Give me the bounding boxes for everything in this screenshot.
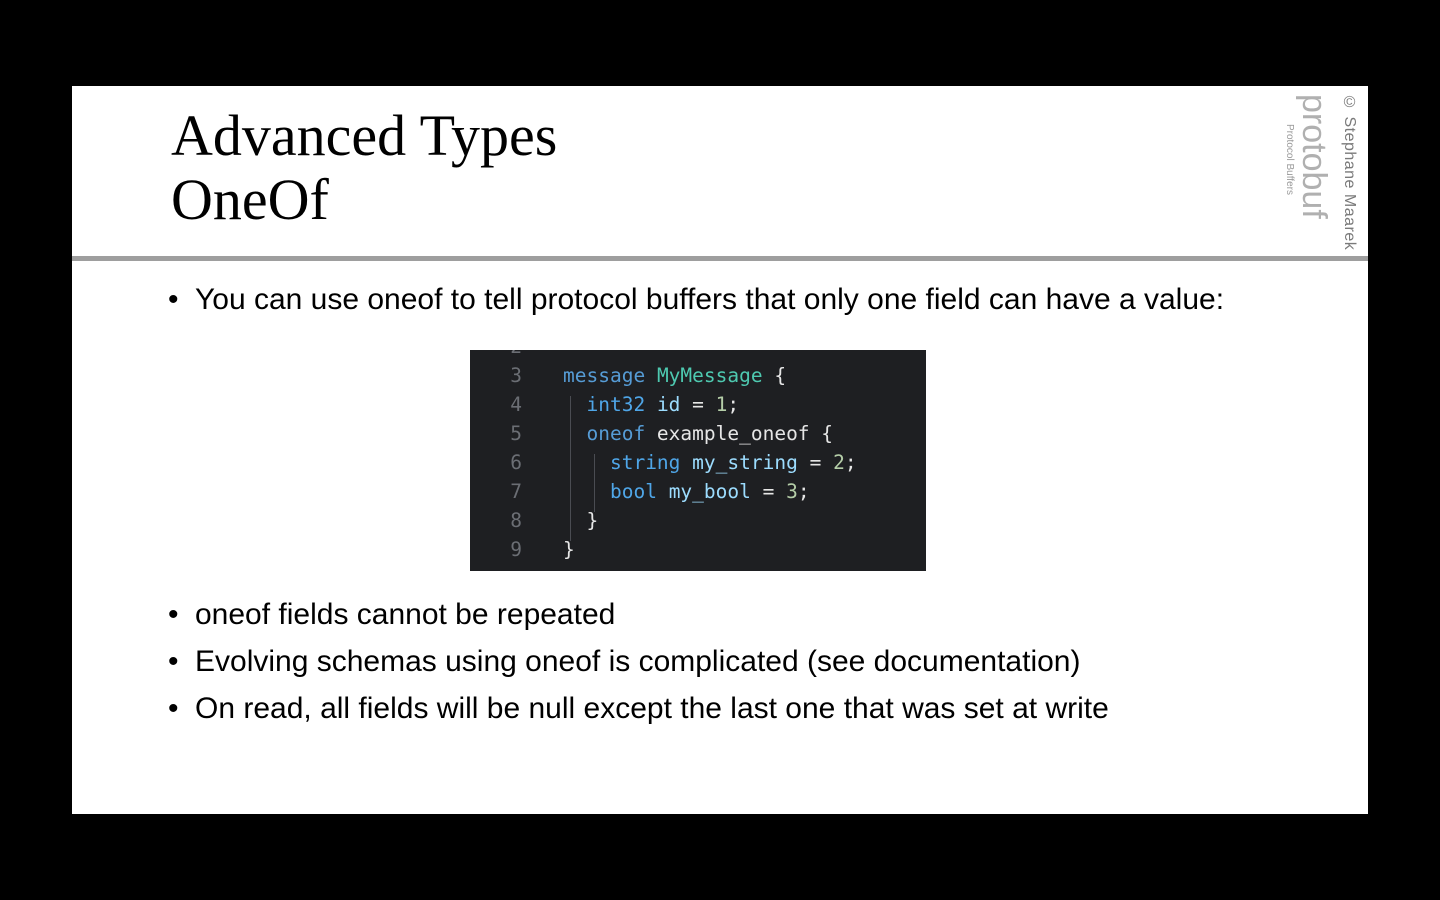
- code-line: 5 oneof example_oneof {: [470, 419, 926, 448]
- code-line: 6 string my_string = 2;: [470, 448, 926, 477]
- bullet-item: You can use oneof to tell protocol buffe…: [168, 283, 1225, 317]
- code-text: string my_string = 2;: [563, 448, 857, 477]
- code-text: int32 id = 1;: [563, 390, 739, 419]
- copyright-credit: © Stephane Maarek: [1341, 94, 1358, 251]
- title-line-1: Advanced Types: [171, 103, 558, 168]
- line-number: 2: [490, 350, 522, 361]
- line-number: 6: [510, 451, 522, 474]
- code-line: 7 bool my_bool = 3;: [470, 477, 926, 506]
- title-divider: [72, 256, 1368, 261]
- line-number: 5: [510, 422, 522, 445]
- bullet-list-top: You can use oneof to tell protocol buffe…: [168, 283, 1225, 317]
- slide: Advanced Types OneOf © Stephane Maarek p…: [72, 86, 1368, 814]
- code-token: }: [563, 509, 599, 532]
- code-line: 9}: [470, 535, 926, 564]
- code-text: oneof example_oneof {: [563, 419, 833, 448]
- code-line: 8 }: [470, 506, 926, 535]
- code-line: 4 int32 id = 1;: [470, 390, 926, 419]
- line-number: 9: [510, 538, 522, 561]
- code-token: =: [750, 480, 787, 503]
- code-token: 3: [786, 480, 798, 503]
- code-token: int32: [586, 393, 646, 416]
- code-token: my_bool: [668, 480, 751, 503]
- brand-subtitle: Protocol Buffers: [1284, 124, 1295, 195]
- code-token: string: [609, 451, 681, 474]
- bullet-item: oneof fields cannot be repeated: [168, 598, 1225, 632]
- code-token: ;: [844, 451, 857, 474]
- bullet-list-bottom: oneof fields cannot be repeated Evolving…: [168, 598, 1225, 739]
- code-line: 3 message MyMessage {: [470, 361, 926, 390]
- code-token: example_oneof {: [645, 422, 834, 445]
- line-number: 4: [510, 393, 522, 416]
- code-token: bool: [609, 480, 657, 503]
- code-token: =: [680, 393, 716, 416]
- code-token: oneof: [586, 422, 646, 445]
- code-token: =: [797, 451, 834, 474]
- code-token: ;: [797, 480, 810, 503]
- code-text: }: [563, 535, 575, 564]
- title-line-2: OneOf: [171, 167, 329, 232]
- code-token: {: [762, 364, 787, 387]
- line-number: 3: [510, 364, 522, 387]
- code-token: id: [656, 393, 681, 416]
- slide-title: Advanced Types OneOf: [171, 104, 557, 232]
- code-token: 1: [715, 393, 728, 416]
- line-number: 8: [510, 509, 522, 532]
- code-token: MyMessage: [656, 364, 763, 387]
- code-text: }: [563, 506, 598, 535]
- code-text: bool my_bool = 3;: [563, 477, 810, 506]
- code-token: 2: [833, 451, 845, 474]
- code-token: message: [563, 364, 646, 387]
- bullet-item: On read, all fields will be null except …: [168, 692, 1225, 726]
- brand-logo-text: protobuf: [1295, 94, 1333, 219]
- code-text: message MyMessage {: [563, 361, 786, 390]
- watermark: © Stephane Maarek protobuf Protocol Buff…: [1284, 94, 1364, 254]
- code-token: my_string: [692, 451, 798, 474]
- bullet-item: Evolving schemas using oneof is complica…: [168, 645, 1225, 679]
- code-token: ;: [727, 393, 740, 416]
- code-snippet: 23message MyMessage {4 int32 id = 1;5 on…: [470, 350, 926, 571]
- code-line: 2: [470, 350, 926, 361]
- line-number: 7: [510, 480, 522, 503]
- code-token: }: [563, 538, 575, 561]
